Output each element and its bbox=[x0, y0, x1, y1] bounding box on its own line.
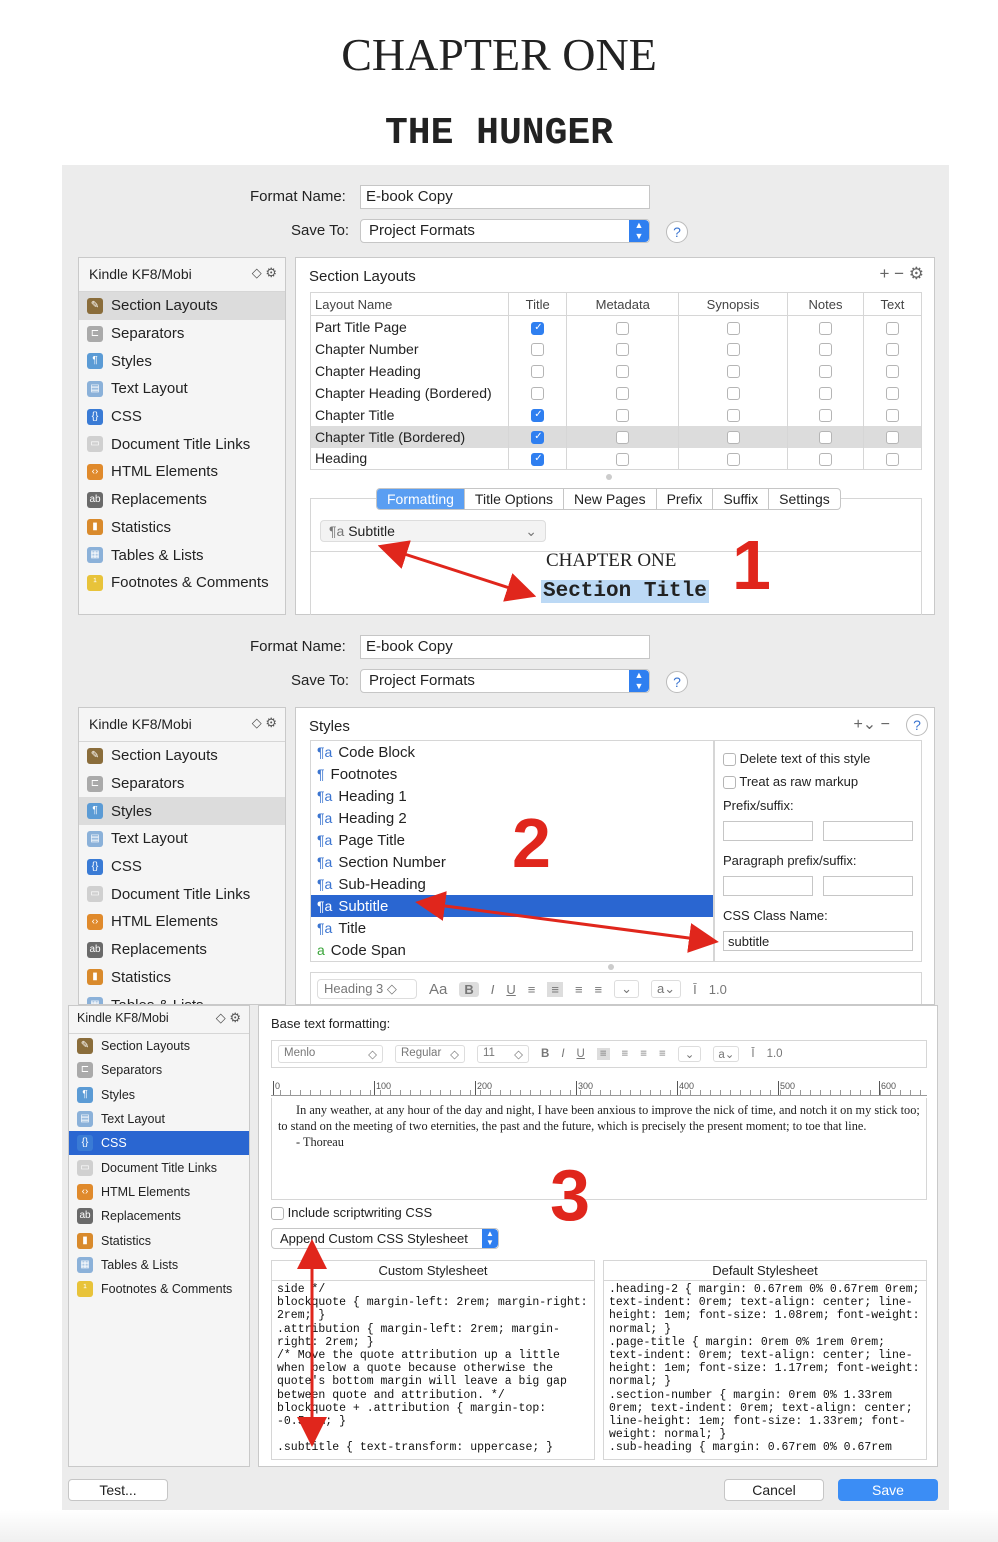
annotation-arrows bbox=[297, 540, 719, 1447]
arrow-2 bbox=[415, 891, 719, 953]
arrow-1 bbox=[377, 540, 537, 602]
